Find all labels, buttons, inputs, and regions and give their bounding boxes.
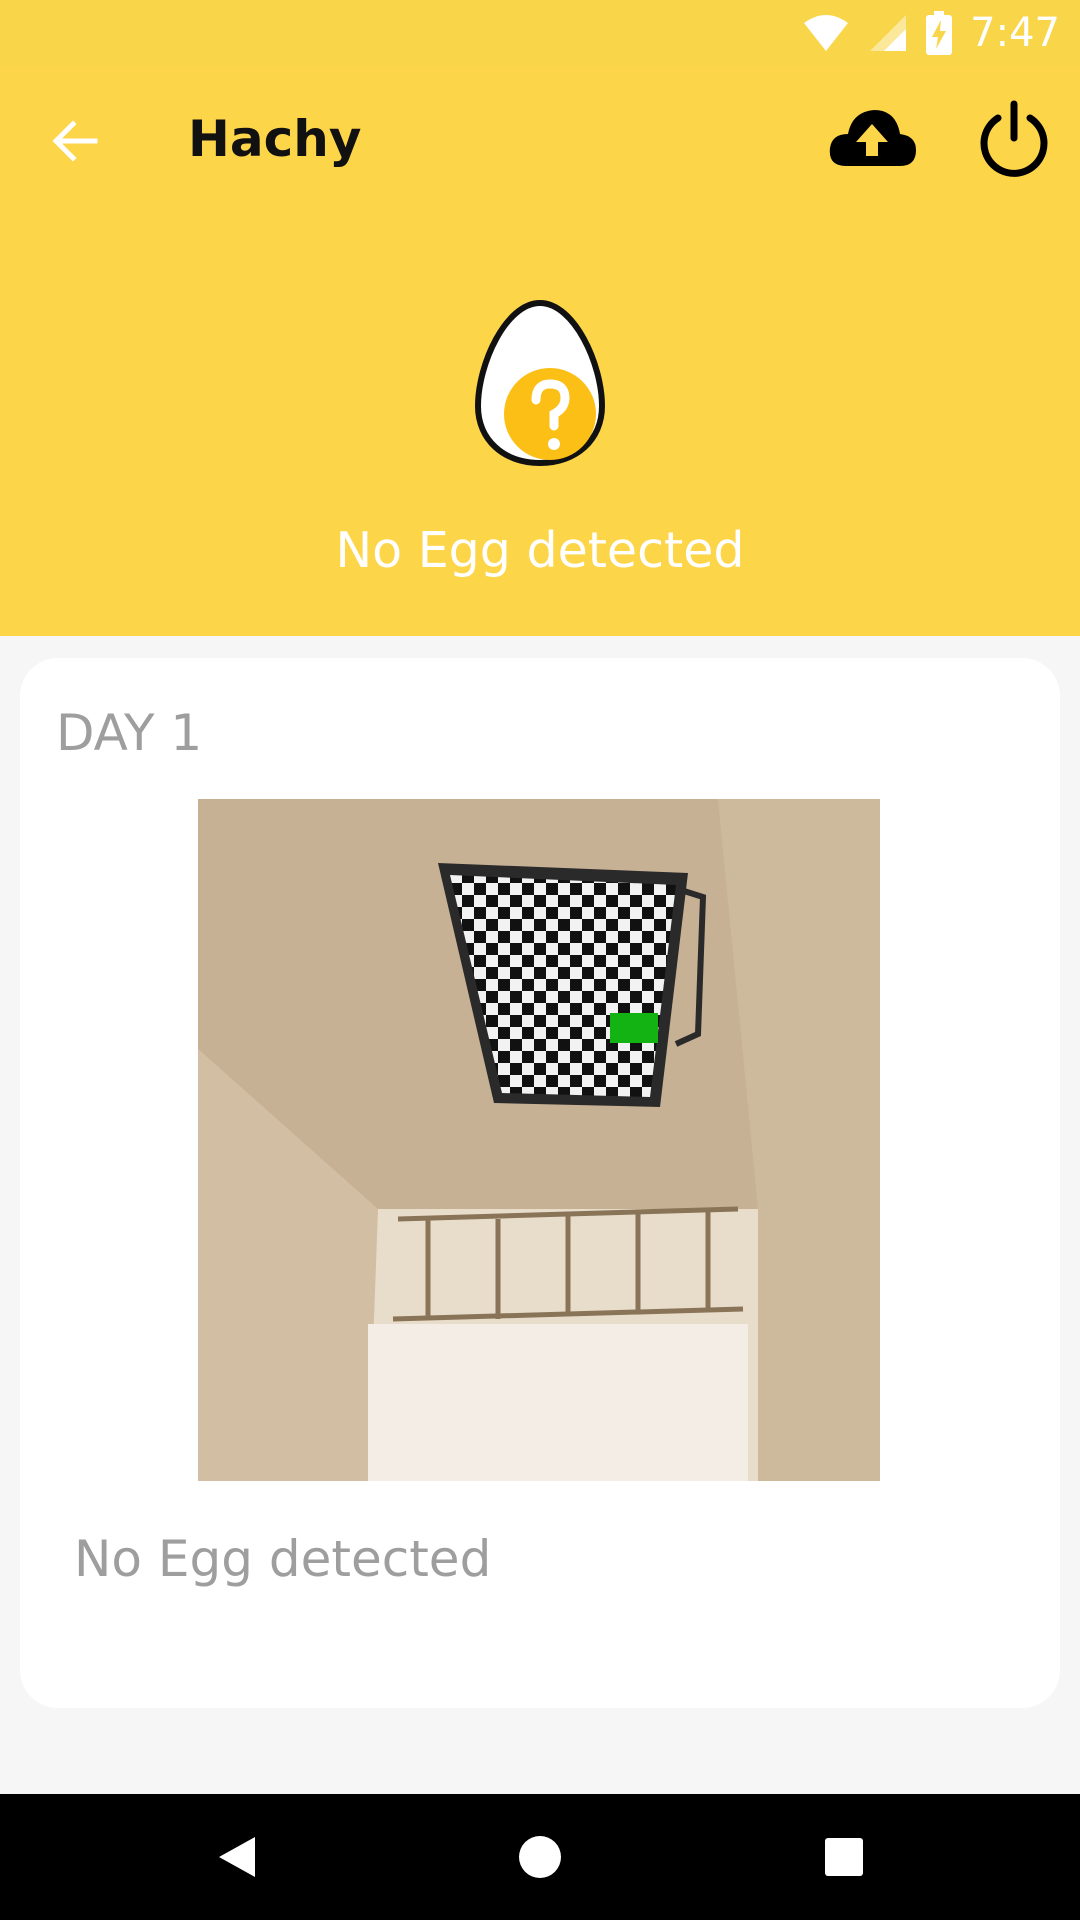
system-nav-bar — [0, 1794, 1080, 1920]
power-button[interactable] — [976, 98, 1052, 178]
egg-question-icon — [470, 298, 610, 468]
battery-charging-icon — [926, 11, 953, 55]
wifi-icon — [804, 15, 849, 51]
nav-recents-button[interactable] — [809, 1822, 879, 1892]
day-card: DAY 1 No Egg detected — [20, 658, 1060, 1708]
back-triangle-icon — [219, 1837, 255, 1877]
home-circle-icon — [519, 1836, 561, 1878]
back-button[interactable] — [40, 106, 110, 176]
arrow-back-icon — [52, 120, 98, 162]
recents-square-icon — [825, 1838, 863, 1876]
header: Hachy No Egg detected — [0, 66, 1080, 636]
page-title: Hachy — [188, 110, 362, 168]
power-icon — [980, 100, 1048, 177]
cloud-upload-icon — [829, 110, 916, 166]
cell-signal-icon — [870, 15, 907, 51]
upload-button[interactable] — [826, 98, 918, 178]
day-label: DAY 1 — [56, 704, 203, 762]
status-time: 7:47 — [970, 10, 1060, 56]
header-status-text: No Egg detected — [335, 522, 745, 579]
card-status-text: No Egg detected — [74, 1530, 492, 1588]
status-bar: 7:47 — [0, 0, 1080, 66]
camera-snapshot — [198, 799, 880, 1481]
nav-back-button[interactable] — [202, 1822, 272, 1892]
nav-home-button[interactable] — [505, 1822, 575, 1892]
status-icons: 7:47 — [802, 8, 1060, 58]
